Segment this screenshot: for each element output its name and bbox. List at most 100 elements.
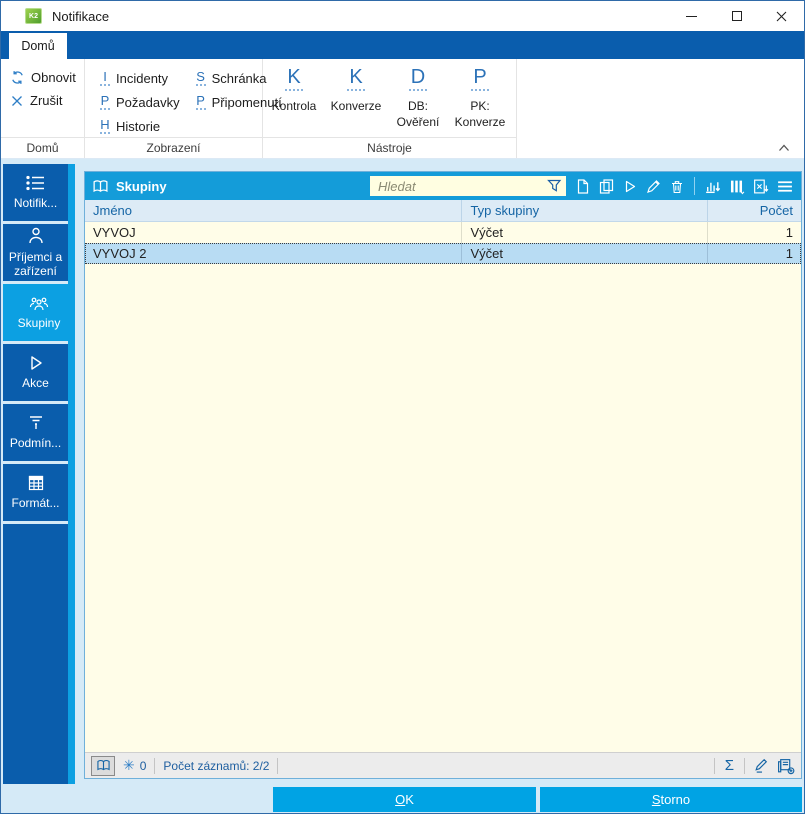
db-verify-letter-icon: D (408, 64, 428, 91)
reminders-letter-icon: P (195, 93, 206, 110)
ribbon-group-label: Nástroje (263, 137, 516, 158)
sidebar-item-label: Podmín... (9, 436, 62, 451)
add-sheet-icon[interactable] (777, 757, 795, 775)
ribbon-group-nastroje: K Kontrola K Konverze D DB: Ověření P PK… (263, 59, 517, 158)
column-header-jmeno[interactable]: Jméno (85, 200, 463, 221)
cell-jmeno: VYVOJ 2 (85, 243, 463, 264)
cell-pocet: 1 (785, 246, 793, 261)
edit-pencil-icon[interactable] (753, 757, 770, 774)
clipboard-letter-icon: S (195, 69, 206, 86)
sidebar-item-akce[interactable]: Akce (3, 344, 68, 401)
refresh-button[interactable]: Obnovit (10, 70, 84, 85)
ok-button-label: OK (395, 792, 414, 807)
minimize-icon (686, 15, 697, 17)
column-header-pocet[interactable]: Počet (708, 200, 801, 221)
sidebar-item-podminky[interactable]: Podmín... (3, 404, 68, 461)
menu-icon[interactable] (776, 178, 794, 195)
columns-icon[interactable] (728, 178, 745, 195)
person-icon (28, 228, 43, 244)
cell-jmeno: VYVOJ (85, 222, 463, 243)
close-icon (776, 11, 787, 21)
history-label: Historie (116, 118, 161, 134)
toolbar-separator (694, 177, 695, 195)
table-row-selected[interactable]: VYVOJ 2 Výčet 1 (85, 243, 801, 264)
table-header-row: Jméno Typ skupiny Počet (85, 200, 801, 222)
conversion-button[interactable]: K Konverze (325, 64, 387, 137)
new-record-icon[interactable] (575, 178, 591, 195)
run-icon[interactable] (622, 178, 638, 195)
refresh-label: Obnovit (31, 70, 76, 85)
statistics-chart-icon[interactable] (704, 178, 721, 195)
minimize-button[interactable] (669, 1, 714, 31)
filter-funnel-icon[interactable] (547, 179, 562, 193)
cancel-x-icon (12, 95, 22, 106)
copy-record-icon[interactable] (598, 178, 615, 195)
book-view-toggle[interactable] (91, 755, 115, 776)
close-button[interactable] (759, 1, 804, 31)
frozen-rows-count: 0 (139, 758, 147, 773)
sum-sigma-icon[interactable]: Σ (723, 758, 736, 773)
table-empty-area (85, 264, 801, 752)
frozen-rows-icon[interactable]: ✳ (123, 757, 135, 774)
incidents-letter-icon: I (100, 70, 110, 86)
title-bar: K2 Notifikace (1, 1, 804, 31)
maximize-button[interactable] (714, 1, 759, 31)
groups-panel: Skupiny Hledat Jméno Typ skupiny Počet V… (84, 171, 802, 779)
db-verify-label: DB: Ověření (396, 99, 440, 130)
storno-button[interactable]: Storno (540, 787, 802, 812)
check-button[interactable]: K Kontrola (263, 64, 325, 137)
sidebar-item-label: Notifik... (13, 196, 58, 211)
conversion-letter-icon: K (347, 64, 365, 91)
status-right-tools: Σ (706, 757, 795, 775)
sidebar-item-format[interactable]: Formát... (3, 464, 68, 521)
cell-typ-skupiny: Výčet (462, 222, 709, 243)
sidebar: Notifik... Příjemci a zařízení Skupiny A… (3, 164, 75, 784)
ok-button[interactable]: OK (273, 787, 536, 812)
window-title: Notifikace (52, 8, 110, 24)
status-separator (154, 757, 156, 774)
clipboard-label: Schránka (211, 70, 267, 86)
app-window: K2 Notifikace Domů Obnovit Zrušit Domů I… (0, 0, 805, 814)
play-icon (30, 356, 42, 370)
collapse-ribbon-chevron-icon[interactable] (778, 144, 790, 152)
edit-pencil-icon[interactable] (645, 178, 662, 195)
panel-toolbar (575, 177, 794, 195)
delete-trash-icon[interactable] (669, 178, 685, 195)
search-box (370, 176, 566, 196)
requests-label: Požadavky (116, 94, 180, 110)
excel-export-icon[interactable] (752, 178, 769, 195)
conversion-label: Konverze (330, 99, 382, 113)
table-row[interactable]: VYVOJ Výčet 1 (85, 222, 801, 243)
ribbon-tab-band: Domů (1, 31, 804, 59)
ribbon-group-label: Domů (1, 137, 84, 158)
tab-domu[interactable]: Domů (9, 33, 67, 59)
cancel-label: Zrušit (30, 93, 63, 108)
search-input[interactable] (378, 178, 547, 194)
sidebar-accent-rail (68, 164, 75, 784)
cancel-button[interactable]: Zrušit (10, 93, 84, 108)
ribbon-group-zobrazeni: I Incidenty P Požadavky H Historie S Sch… (85, 59, 282, 158)
window-controls (669, 1, 804, 31)
status-separator (713, 757, 715, 774)
check-label: Kontrola (271, 99, 317, 113)
pk-conversion-button[interactable]: P PK: Konverze (449, 64, 511, 137)
book-icon (96, 759, 110, 771)
db-verify-button[interactable]: D DB: Ověření (387, 64, 449, 137)
pk-conversion-letter-icon: P (471, 64, 489, 91)
requests-letter-icon: P (100, 93, 110, 110)
sidebar-item-label: Skupiny (17, 316, 61, 331)
sidebar-item-notifikace[interactable]: Notifik... (3, 164, 68, 221)
status-bar: ✳ 0 Počet záznamů: 2/2 Σ (85, 752, 801, 778)
sidebar-item-skupiny[interactable]: Skupiny (3, 284, 75, 341)
sidebar-item-label: Formát... (11, 496, 60, 511)
column-header-typ-skupiny[interactable]: Typ skupiny (462, 200, 709, 221)
ribbon-group-domu: Obnovit Zrušit Domů (1, 59, 85, 158)
sidebar-item-prijemci[interactable]: Příjemci a zařízení (3, 224, 68, 281)
sidebar-item-label: Akce (22, 376, 49, 391)
history-button[interactable]: H Historie (100, 118, 180, 134)
grid-icon (28, 475, 43, 491)
sidebar-filler (3, 524, 68, 784)
app-logo-icon: K2 (25, 8, 42, 24)
requests-button[interactable]: P Požadavky (100, 94, 180, 110)
incidents-button[interactable]: I Incidenty (100, 70, 180, 86)
